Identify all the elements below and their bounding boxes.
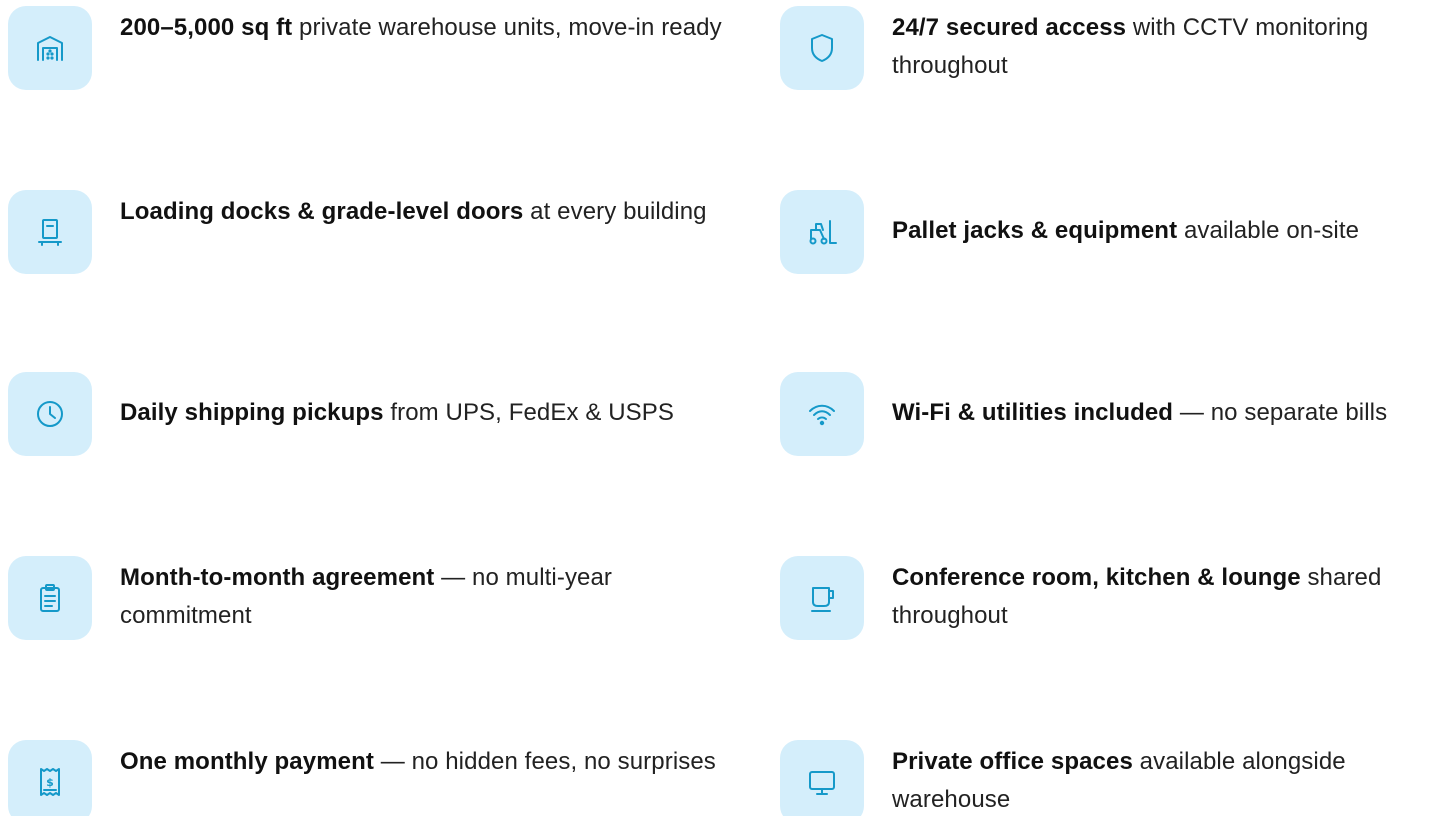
feature-description: — no separate bills	[1173, 399, 1388, 426]
garage-icon	[8, 6, 92, 90]
features-grid: 200–5,000 sq ft private warehouse units,…	[0, 0, 1454, 816]
feature-text: Month-to-month agreement — no multi-year…	[120, 556, 738, 635]
receipt-dollar-icon: $	[8, 740, 92, 816]
feature-description: — no hidden fees, no surprises	[373, 748, 716, 775]
feature-title: Conference room, kitchen & lounge	[892, 564, 1301, 591]
feature-text: 200–5,000 sq ft private warehouse units,…	[120, 6, 722, 47]
clipboard-icon	[8, 556, 92, 640]
feature-title: One monthly payment	[120, 748, 374, 775]
feature-month-to-month: Month-to-month agreement — no multi-year…	[8, 556, 738, 640]
feature-title: Loading docks & grade-level doors	[120, 198, 524, 225]
clock-icon	[8, 372, 92, 456]
shield-icon	[780, 6, 864, 90]
feature-description: from UPS, FedEx & USPS	[383, 399, 674, 426]
feature-loading-docks: Loading docks & grade-level doors at eve…	[8, 190, 738, 274]
feature-text: 24/7 secured access with CCTV monitoring…	[892, 6, 1450, 85]
feature-text: Conference room, kitchen & lounge shared…	[892, 556, 1450, 635]
feature-text: Loading docks & grade-level doors at eve…	[120, 190, 707, 231]
feature-title: Daily shipping pickups	[120, 399, 384, 426]
svg-text:$: $	[46, 776, 54, 789]
feature-warehouse-units: 200–5,000 sq ft private warehouse units,…	[8, 6, 738, 90]
feature-private-office: Private office spaces available alongsid…	[780, 740, 1450, 816]
feature-title: 24/7 secured access	[892, 14, 1127, 41]
coffee-cup-icon	[780, 556, 864, 640]
feature-description: at every building	[523, 198, 707, 225]
forklift-icon	[780, 190, 864, 274]
feature-title: Pallet jacks & equipment	[892, 217, 1178, 244]
loading-dock-icon	[8, 190, 92, 274]
wifi-icon	[780, 372, 864, 456]
feature-shipping-pickups: Daily shipping pickups from UPS, FedEx &…	[8, 372, 738, 456]
feature-text: Pallet jacks & equipment available on-si…	[892, 190, 1359, 250]
feature-title: Wi-Fi & utilities included	[892, 399, 1174, 426]
feature-monthly-payment: $ One monthly payment — no hidden fees, …	[8, 740, 738, 816]
feature-secured-access: 24/7 secured access with CCTV monitoring…	[780, 6, 1450, 90]
feature-description: private warehouse units, move-in ready	[292, 14, 722, 41]
feature-text: Private office spaces available alongsid…	[892, 740, 1450, 816]
feature-description: available on-site	[1177, 217, 1360, 244]
feature-text: Wi-Fi & utilities included — no separate…	[892, 372, 1387, 432]
feature-text: One monthly payment — no hidden fees, no…	[120, 740, 716, 781]
feature-text: Daily shipping pickups from UPS, FedEx &…	[120, 372, 674, 432]
feature-title: 200–5,000 sq ft	[120, 14, 293, 41]
feature-title: Month-to-month agreement	[120, 564, 435, 591]
feature-pallet-jacks: Pallet jacks & equipment available on-si…	[780, 190, 1450, 274]
feature-title: Private office spaces	[892, 748, 1133, 775]
feature-shared-spaces: Conference room, kitchen & lounge shared…	[780, 556, 1450, 640]
monitor-icon	[780, 740, 864, 816]
feature-wifi-utilities: Wi-Fi & utilities included — no separate…	[780, 372, 1450, 456]
